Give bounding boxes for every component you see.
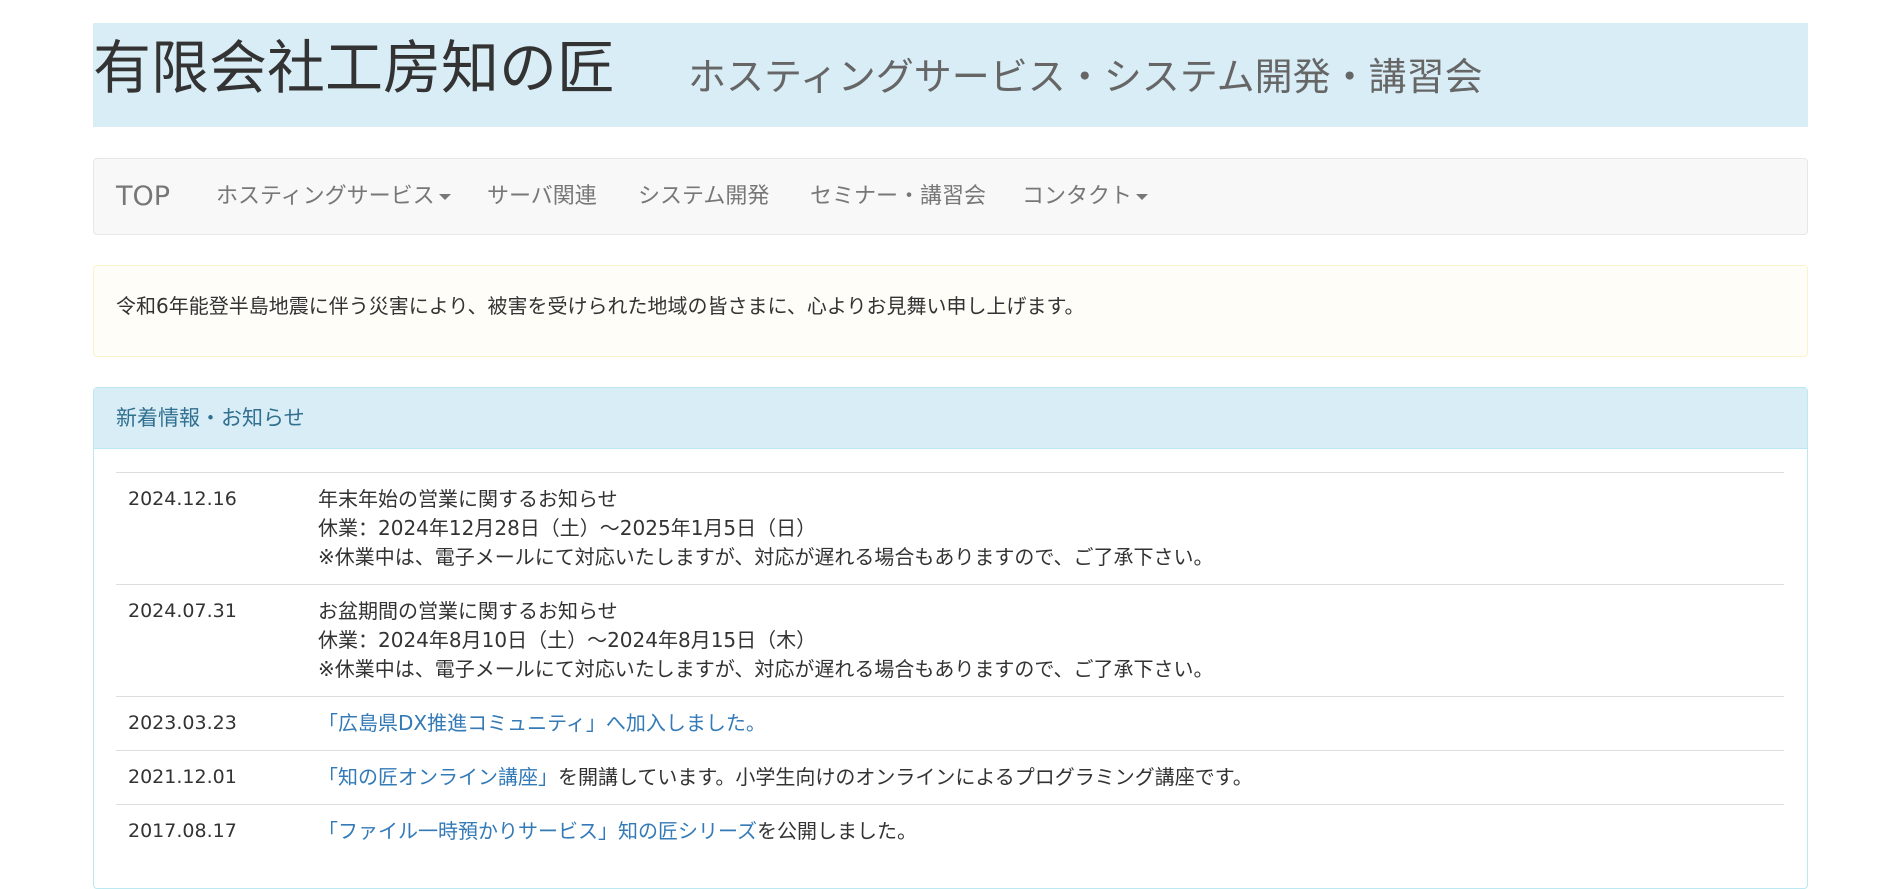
news-body: 「知の匠オンライン講座」を開講しています。小学生向けのオンラインによるプログラミ…: [318, 763, 1253, 792]
nav-item-contact[interactable]: コンタクト: [1022, 159, 1149, 234]
news-row: 2021.12.01 「知の匠オンライン講座」を開講しています。小学生向けのオン…: [116, 750, 1784, 804]
news-closure-dates: 休業：2024年8月10日（土）～2024年8月15日（木）: [318, 628, 817, 652]
news-text: を公開しました。: [757, 819, 917, 843]
online-course-link[interactable]: 「知の匠オンライン講座」: [318, 765, 558, 789]
file-storage-service-link[interactable]: 「ファイル一時預かりサービス」知の匠シリーズ: [318, 819, 757, 843]
news-date: 2024.12.16: [128, 488, 237, 510]
site-tagline: ホスティングサービス・システム開発・講習会: [688, 55, 1483, 99]
news-closure-dates: 休業：2024年12月28日（土）～2025年1月5日（日）: [318, 516, 817, 540]
news-row: 2023.03.23 「広島県DX推進コミュニティ」へ加入しました。: [116, 696, 1784, 750]
news-body: 「広島県DX推進コミュニティ」へ加入しました。: [318, 709, 766, 738]
alert-text: 令和6年能登半島地震に伴う災害により、被害を受けられた地域の皆さまに、心よりお見…: [116, 294, 1085, 318]
news-body: 「ファイル一時預かりサービス」知の匠シリーズを公開しました。: [318, 817, 917, 846]
nav-top-link[interactable]: TOP: [116, 159, 170, 234]
news-body: お盆期間の営業に関するお知らせ 休業：2024年8月10日（土）～2024年8月…: [318, 597, 1214, 684]
news-date: 2021.12.01: [128, 766, 237, 788]
news-note: ※休業中は、電子メールにて対応いたしますが、対応が遅れる場合もありますので、ご了…: [318, 545, 1214, 569]
dx-community-link[interactable]: 「広島県DX推進コミュニティ」へ加入しました。: [318, 711, 766, 735]
caret-down-icon: [1136, 194, 1149, 200]
news-row: 2024.07.31 お盆期間の営業に関するお知らせ 休業：2024年8月10日…: [116, 584, 1784, 696]
site-brand[interactable]: 有限会社工房知の匠: [93, 33, 615, 103]
news-title: 年末年始の営業に関するお知らせ: [318, 487, 618, 511]
condolence-alert: 令和6年能登半島地震に伴う災害により、被害を受けられた地域の皆さまに、心よりお見…: [93, 265, 1808, 357]
news-panel-title: 新着情報・お知らせ: [116, 406, 305, 430]
nav-item-seminar[interactable]: セミナー・講習会: [810, 159, 986, 234]
news-body: 年末年始の営業に関するお知らせ 休業：2024年12月28日（土）～2025年1…: [318, 485, 1214, 572]
news-panel-heading: 新着情報・お知らせ: [94, 388, 1807, 449]
news-table: 2024.12.16 年末年始の営業に関するお知らせ 休業：2024年12月28…: [116, 472, 1784, 858]
nav-item-server[interactable]: サーバ関連: [487, 159, 597, 234]
news-line: 「広島県DX推進コミュニティ」へ加入しました。: [318, 709, 766, 738]
nav-item-hosting[interactable]: ホスティングサービス: [216, 159, 451, 234]
news-row: 2017.08.17 「ファイル一時預かりサービス」知の匠シリーズを公開しました…: [116, 804, 1784, 858]
nav-item-system-dev[interactable]: システム開発: [638, 159, 769, 234]
nav-item-hosting-label: ホスティングサービス: [216, 184, 435, 209]
news-title: お盆期間の営業に関するお知らせ: [318, 599, 618, 623]
nav-item-system-dev-label: システム開発: [638, 184, 770, 209]
news-date: 2023.03.23: [128, 712, 237, 734]
nav-item-server-label: サーバ関連: [487, 184, 597, 209]
nav-item-seminar-label: セミナー・講習会: [810, 184, 987, 209]
news-row: 2024.12.16 年末年始の営業に関するお知らせ 休業：2024年12月28…: [116, 472, 1784, 584]
caret-down-icon: [438, 194, 451, 200]
news-text: を開講しています。小学生向けのオンラインによるプログラミング講座です。: [558, 765, 1253, 789]
news-note: ※休業中は、電子メールにて対応いたしますが、対応が遅れる場合もありますので、ご了…: [318, 657, 1214, 681]
nav-item-contact-label: コンタクト: [1022, 184, 1133, 209]
main-navbar: TOP ホスティングサービス サーバ関連 システム開発 セミナー・講習会 コンタ…: [93, 158, 1808, 235]
news-panel: 新着情報・お知らせ 2024.12.16 年末年始の営業に関するお知らせ 休業：…: [93, 387, 1808, 889]
site-header: 有限会社工房知の匠 ホスティングサービス・システム開発・講習会: [93, 23, 1808, 127]
news-date: 2024.07.31: [128, 600, 237, 622]
news-date: 2017.08.17: [128, 820, 237, 842]
news-line: 「ファイル一時預かりサービス」知の匠シリーズを公開しました。: [318, 817, 917, 846]
news-line: 「知の匠オンライン講座」を開講しています。小学生向けのオンラインによるプログラミ…: [318, 763, 1253, 792]
